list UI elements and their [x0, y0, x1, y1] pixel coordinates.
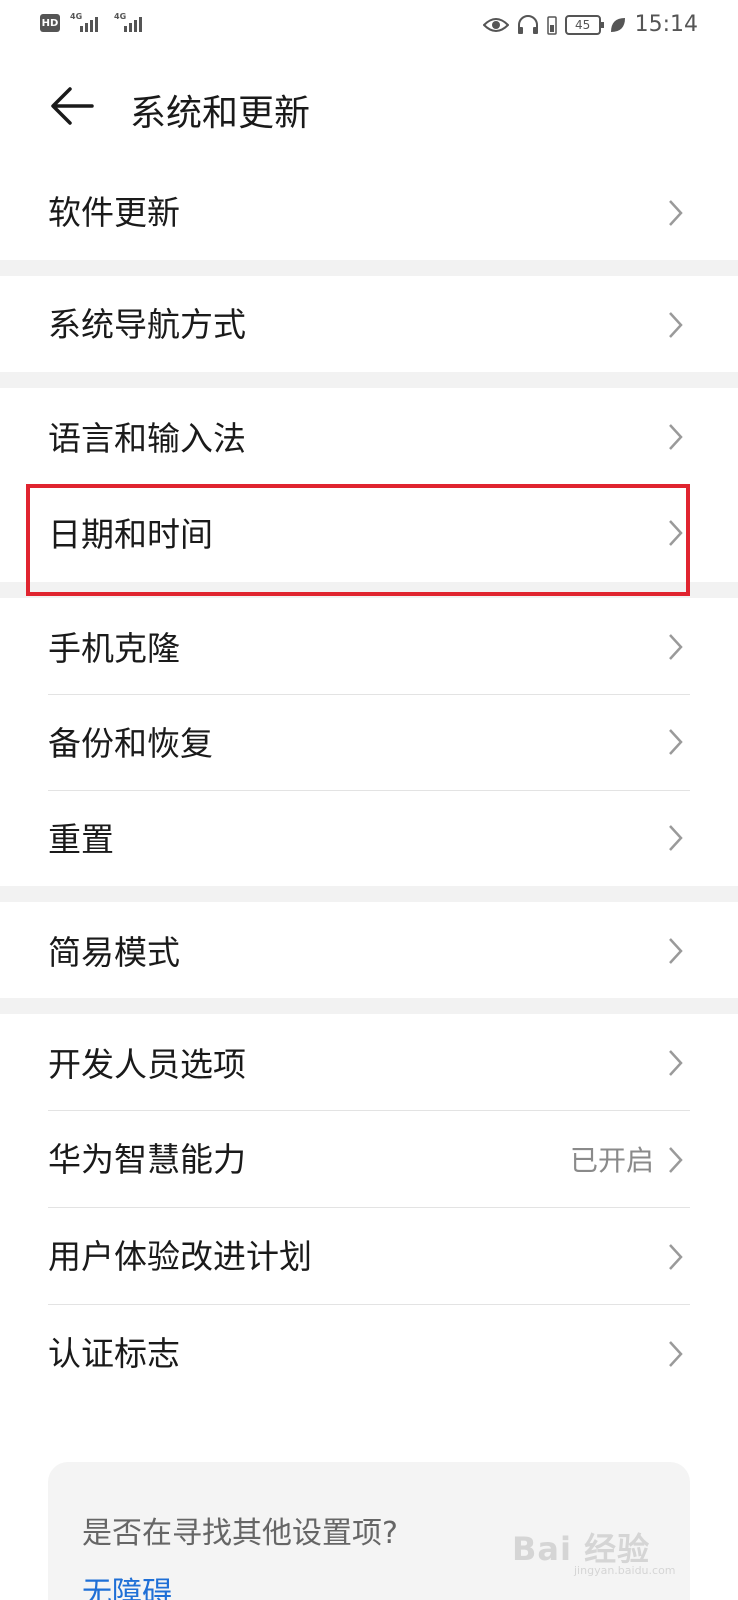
row-label: 华为智慧能力	[48, 1140, 246, 1179]
status-value: 已开启	[569, 1144, 654, 1177]
chevron-right-icon	[669, 729, 683, 755]
section-separator	[0, 372, 738, 388]
chevron-right-icon	[669, 825, 683, 851]
row-phone-clone[interactable]: 手机克隆	[0, 598, 738, 694]
status-bar: HD 4G 4G 45 15:14	[0, 0, 738, 52]
row-label: 软件更新	[48, 193, 180, 232]
battery-icon: 45	[564, 14, 604, 35]
accessibility-link[interactable]: 无障碍	[82, 1568, 172, 1600]
section-separator	[0, 886, 738, 902]
hd-voice-icon: HD	[40, 14, 60, 32]
back-arrow-icon	[51, 87, 94, 125]
row-label: 用户体验改进计划	[48, 1237, 312, 1276]
chevron-right-icon	[669, 1050, 683, 1076]
watermark-url: jingyan.baidu.com	[574, 1564, 676, 1577]
signal-sim2-icon: 4G	[114, 12, 148, 34]
row-label: 系统导航方式	[48, 305, 246, 344]
eye-comfort-icon	[482, 17, 509, 32]
chevron-right-icon	[669, 200, 683, 226]
row-ux-program[interactable]: 用户体验改进计划	[0, 1208, 738, 1304]
chevron-right-icon	[669, 424, 683, 450]
battery-level: 45	[574, 17, 591, 32]
clock: 15:14	[634, 12, 698, 37]
highlight-annotation	[26, 484, 690, 596]
row-label: 简易模式	[48, 933, 180, 972]
row-reset[interactable]: 重置	[0, 791, 738, 886]
power-saving-leaf-icon	[610, 17, 625, 32]
row-certification[interactable]: 认证标志	[0, 1305, 738, 1401]
row-label: 语言和输入法	[48, 419, 246, 458]
row-label: 认证标志	[48, 1334, 180, 1373]
row-label: 备份和恢复	[48, 724, 213, 763]
hd-label: HD	[41, 17, 59, 29]
headphones-icon	[517, 14, 538, 34]
chevron-right-icon	[669, 634, 683, 660]
app-bar: 系统和更新	[0, 60, 738, 160]
page-title: 系统和更新	[130, 93, 311, 134]
row-label: 重置	[48, 820, 114, 859]
section-separator	[0, 998, 738, 1014]
status-right: 45 15:14	[482, 12, 698, 37]
signal-sim1-icon: 4G	[70, 12, 104, 34]
section-separator	[0, 260, 738, 276]
chevron-right-icon	[669, 1341, 683, 1367]
row-simple-mode[interactable]: 简易模式	[0, 902, 738, 998]
suggestion-title: 是否在寻找其他设置项?	[82, 1516, 398, 1551]
back-button[interactable]	[44, 78, 100, 134]
chevron-right-icon	[669, 312, 683, 338]
phone-battery-icon	[546, 15, 557, 35]
status-left: HD 4G 4G	[40, 12, 148, 34]
chevron-right-icon	[669, 938, 683, 964]
row-system-navigation[interactable]: 系统导航方式	[0, 276, 738, 372]
chevron-right-icon	[669, 1147, 683, 1173]
row-huawei-ai[interactable]: 华为智慧能力 已开启	[0, 1111, 738, 1207]
row-backup-restore[interactable]: 备份和恢复	[0, 695, 738, 791]
baidu-watermark: Bai 经验 jingyan.baidu.com	[512, 1524, 702, 1577]
row-label: 开发人员选项	[48, 1045, 246, 1084]
row-language-input[interactable]: 语言和输入法	[0, 388, 738, 484]
row-developer-options[interactable]: 开发人员选项	[0, 1014, 738, 1110]
row-software-update[interactable]: 软件更新	[0, 164, 738, 260]
row-label: 手机克隆	[48, 629, 180, 668]
chevron-right-icon	[669, 1244, 683, 1270]
